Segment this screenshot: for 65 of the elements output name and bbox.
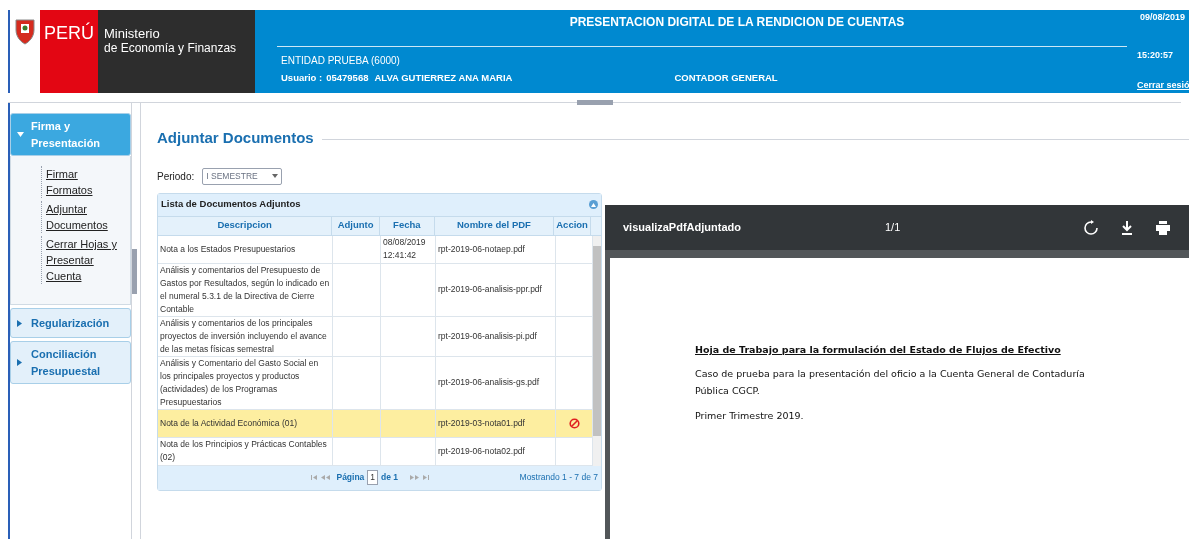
document-paragraph: Primer Trimestre 2019. bbox=[695, 409, 805, 424]
column-header[interactable]: Fecha bbox=[379, 216, 435, 235]
grid-row[interactable]: Nota de la Actividad Económica (01) rpt-2019-03-nota01.pdf bbox=[158, 409, 593, 438]
date-cell-text: 08/08/2019 12:41:42 bbox=[383, 236, 427, 262]
column-header[interactable]: Adjunto bbox=[332, 216, 380, 235]
caret-icon bbox=[17, 319, 25, 327]
menu-section[interactable]: Regularización bbox=[10, 308, 131, 338]
document-paragraph: Caso de prueba para la presentación del oficio a la Cuenta General de Contaduría Pública CGCP. bbox=[695, 367, 1086, 399]
menu-link[interactable]: Adjuntar Documentos bbox=[41, 201, 117, 233]
pdf-filename: rpt-2019-06-analisis-gs.pdf bbox=[438, 376, 540, 389]
entity-name: ENTIDAD PRUEBA (6000) bbox=[281, 54, 401, 68]
user-label: Usuario : bbox=[281, 71, 323, 85]
grid-row[interactable]: Análisis y Comentario del Gasto Social en los principales proyectos y productos (actividades) de los Programas Presupuestarios rpt-2019-06-analisis-gs.pdf bbox=[158, 356, 593, 410]
grid-row[interactable]: Nota a los Estados Presupuestarios 08/08/2019 12:41:42 rpt-2019-06-notaep.pdf bbox=[158, 235, 593, 264]
document-heading: Hoja de Trabajo para la formulación del Estado de Flujos de Efectivo bbox=[695, 343, 1062, 357]
coat-of-arms-icon bbox=[13, 16, 37, 46]
menu-link[interactable]: Firmar Formatos bbox=[41, 166, 117, 198]
pdf-filename: rpt-2019-06-analisis-pi.pdf bbox=[438, 329, 537, 343]
page-indicator: 1/1 bbox=[885, 220, 902, 236]
app-title: PRESENTACION DIGITAL DE LA RENDICION DE CUENTAS bbox=[568, 14, 906, 31]
column-header[interactable]: Accion bbox=[554, 216, 591, 235]
column-header[interactable]: Descripcion bbox=[158, 216, 333, 235]
grid-caption: Lista de Documentos Adjuntos bbox=[161, 197, 301, 212]
delete-icon[interactable] bbox=[568, 417, 580, 429]
date-text: 09/08/2019 bbox=[1138, 11, 1186, 24]
page-title: Adjuntar Documentos bbox=[157, 128, 314, 148]
collapse-icon[interactable] bbox=[589, 200, 598, 209]
document-title: visualizaPdfAdjuntado bbox=[623, 220, 742, 236]
ministry-name: Ministerio bbox=[104, 26, 161, 41]
logout-link[interactable]: Cerrar sesió bbox=[1137, 79, 1189, 93]
pdf-filename: rpt-2019-06-analisis-ppr.pdf bbox=[438, 283, 542, 296]
user-id: 05479568 bbox=[326, 71, 369, 85]
country-name: PERÚ bbox=[44, 24, 94, 42]
record-summary: Mostrando 1 - 7 de 7 bbox=[519, 471, 598, 484]
ministry-name: de Economía y Finanzas bbox=[104, 41, 238, 56]
dropdown-arrow-icon bbox=[271, 174, 278, 178]
menu-link[interactable]: Cerrar Hojas y Presentar Cuenta bbox=[41, 236, 117, 284]
download-icon[interactable] bbox=[1119, 219, 1135, 236]
grid-row[interactable]: Análisis y comentarios de los principales proyectos de inversión incluyendo el avance de las metas físicas semestral rpt-2019-06-analisis-pi.pdf bbox=[158, 316, 593, 357]
pdf-filename: rpt-2019-06-nota02.pdf bbox=[438, 444, 525, 458]
grid-row[interactable]: Nota de los Principios y Prácticas Contables (02) rpt-2019-06-nota02.pdf bbox=[158, 437, 593, 466]
page-label: Página bbox=[336, 471, 365, 484]
description-cell: Nota a los Estados Presupuestarios bbox=[160, 242, 296, 256]
description-cell-text: Análisis y Comentario del Gasto Social en los principales proyectos y productos (actividades) de los Programas Presupuestarios bbox=[160, 356, 320, 409]
description-cell-text: Nota de los Principios y Prácticas Contables (02) bbox=[160, 438, 328, 464]
caret-icon bbox=[17, 132, 25, 137]
description-cell-text: Análisis y comentarios de los principales proyectos de inversión incluyendo el avance de las metas físicas semestral bbox=[160, 316, 328, 356]
user-name: ALVA GUTIERREZ ANA MARIA bbox=[374, 71, 513, 85]
page-input[interactable]: 1 bbox=[367, 470, 379, 485]
period-label: Periodo: bbox=[157, 169, 195, 184]
description-cell: Análisis y comentarios del Presupuesto de Gastos por Resultados, según lo indicado en el numeral 5.3.1 de la Directiva de Cierre Contable bbox=[160, 263, 330, 316]
period-dropdown[interactable]: I SEMESTRE bbox=[202, 167, 282, 185]
rotate-icon[interactable] bbox=[1083, 219, 1099, 236]
page-count: de 1 bbox=[381, 471, 399, 484]
grid-row[interactable]: Análisis y comentarios del Presupuesto de Gastos por Resultados, según lo indicado en el numeral 5.3.1 de la Directiva de Cierre Contable rpt-2019-06-analisis-ppr.pdf bbox=[158, 263, 593, 317]
caret-icon bbox=[17, 359, 25, 366]
print-icon[interactable] bbox=[1155, 219, 1171, 236]
pdf-filename: rpt-2019-06-notaep.pdf bbox=[438, 242, 525, 256]
time-text: 15:20:57 bbox=[1137, 49, 1175, 62]
column-header[interactable]: Nombre del PDF bbox=[434, 216, 555, 235]
pdf-filename: rpt-2019-03-nota01.pdf bbox=[438, 416, 525, 430]
user-role: CONTADOR GENERAL bbox=[674, 71, 778, 85]
scrollbar[interactable] bbox=[593, 235, 601, 466]
description-cell: Nota de la Actividad Económica (01) bbox=[160, 416, 298, 430]
menu-section[interactable]: Conciliación Presupuestal bbox=[10, 341, 131, 384]
